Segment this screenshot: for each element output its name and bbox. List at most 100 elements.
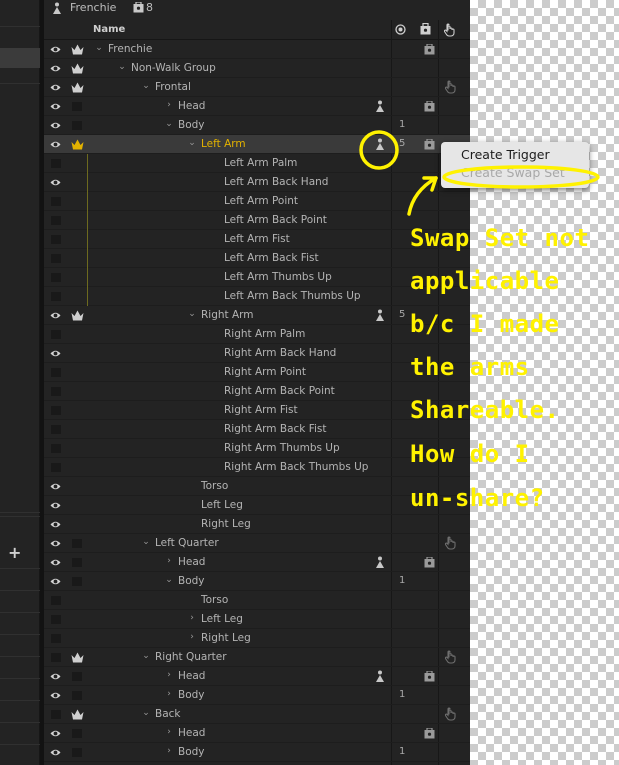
visibility-toggle[interactable] [51, 444, 61, 453]
layer-row[interactable]: ⌄ Right Arm 5 [44, 306, 470, 325]
chevron-down-icon[interactable]: ⌄ [187, 138, 197, 148]
hand-icon[interactable] [444, 707, 457, 724]
layer-row[interactable]: ⌄ Non-Walk Group [44, 59, 470, 78]
layer-row[interactable]: Left Arm Thumbs Up [44, 268, 470, 287]
selected-strip-item[interactable] [0, 48, 40, 68]
eye-icon[interactable] [50, 310, 61, 321]
hand-icon[interactable] [444, 80, 457, 97]
layer-row[interactable]: Torso [44, 591, 470, 610]
layer-row[interactable]: Right Arm Palm [44, 325, 470, 344]
hand-icon[interactable] [444, 650, 457, 667]
visibility-toggle[interactable] [51, 273, 61, 282]
crown-icon[interactable] [71, 82, 84, 93]
layer-row[interactable]: › Head [44, 667, 470, 686]
layer-row[interactable]: Left Arm Point [44, 192, 470, 211]
crown-toggle[interactable] [72, 102, 82, 111]
eye-icon[interactable] [50, 63, 61, 74]
visibility-toggle[interactable] [51, 596, 61, 605]
crown-toggle[interactable] [72, 672, 82, 681]
chevron-down-icon[interactable]: ⌄ [141, 708, 151, 718]
eye-icon[interactable] [50, 728, 61, 739]
layer-row[interactable]: Right Arm Back Point [44, 382, 470, 401]
chevron-down-icon[interactable]: ⌄ [164, 119, 174, 129]
visibility-toggle[interactable] [51, 406, 61, 415]
visibility-toggle[interactable] [51, 292, 61, 301]
visibility-toggle[interactable] [51, 330, 61, 339]
layer-row[interactable]: › Body 1 [44, 686, 470, 705]
visibility-toggle[interactable] [51, 710, 61, 719]
layer-row[interactable]: Torso [44, 477, 470, 496]
layer-row[interactable]: ⌄ Right Quarter [44, 648, 470, 667]
crown-icon[interactable] [71, 44, 84, 55]
layer-row[interactable]: › Body 1 [44, 743, 470, 762]
layer-row[interactable]: › Left Leg [44, 610, 470, 629]
crown-toggle[interactable] [72, 558, 82, 567]
layer-row[interactable]: ⌄ Left Arm 5 [44, 135, 470, 154]
crown-toggle[interactable] [72, 121, 82, 130]
crown-icon[interactable] [71, 139, 84, 150]
eye-icon[interactable] [50, 557, 61, 568]
layer-row[interactable]: Right Arm Thumbs Up [44, 439, 470, 458]
layer-row[interactable]: Left Arm Back Fist [44, 249, 470, 268]
layer-row[interactable]: › Head [44, 97, 470, 116]
eye-icon[interactable] [50, 120, 61, 131]
eye-icon[interactable] [50, 348, 61, 359]
layer-row[interactable]: Left Leg [44, 496, 470, 515]
crown-toggle[interactable] [72, 748, 82, 757]
layer-row[interactable]: › Head [44, 553, 470, 572]
eye-icon[interactable] [50, 576, 61, 587]
layer-row[interactable]: ⌄ Body 1 [44, 116, 470, 135]
create-trigger-menu-item[interactable]: Create Trigger [461, 147, 550, 162]
eye-icon[interactable] [50, 500, 61, 511]
chevron-down-icon[interactable]: ⌄ [141, 537, 151, 547]
visibility-toggle[interactable] [51, 254, 61, 263]
bag-icon[interactable] [424, 556, 435, 571]
visibility-toggle[interactable] [51, 197, 61, 206]
eye-icon[interactable] [50, 690, 61, 701]
visibility-toggle[interactable] [51, 368, 61, 377]
layer-row[interactable]: Left Arm Back Point [44, 211, 470, 230]
chevron-right-icon[interactable]: › [187, 613, 197, 623]
chevron-down-icon[interactable]: ⌄ [141, 651, 151, 661]
crown-icon[interactable] [71, 63, 84, 74]
create-swap-set-menu-item[interactable]: Create Swap Set [461, 165, 565, 180]
eye-icon[interactable] [50, 101, 61, 112]
chevron-right-icon[interactable]: › [164, 556, 174, 566]
layer-row[interactable]: › Head [44, 724, 470, 743]
chevron-right-icon[interactable]: › [164, 689, 174, 699]
visibility-toggle[interactable] [51, 387, 61, 396]
layer-row[interactable]: ⌄ Back [44, 705, 470, 724]
layer-row[interactable]: Left Arm Back Thumbs Up [44, 287, 470, 306]
chevron-down-icon[interactable]: ⌄ [187, 309, 197, 319]
bag-icon[interactable] [424, 727, 435, 742]
visibility-toggle[interactable] [51, 463, 61, 472]
bag-icon[interactable] [424, 138, 435, 153]
layer-row[interactable]: Right Leg [44, 515, 470, 534]
layer-row[interactable]: Right Arm Back Fist [44, 420, 470, 439]
eye-icon[interactable] [50, 671, 61, 682]
hand-column-icon[interactable] [443, 23, 456, 40]
chevron-right-icon[interactable]: › [164, 746, 174, 756]
eye-icon[interactable] [50, 44, 61, 55]
chevron-down-icon[interactable]: ⌄ [141, 81, 151, 91]
layer-row[interactable]: ⌄ Left Quarter [44, 534, 470, 553]
bag-icon[interactable] [424, 670, 435, 685]
bag-column-icon[interactable] [420, 22, 431, 38]
layer-row[interactable]: Left Arm Fist [44, 230, 470, 249]
chevron-down-icon[interactable]: ⌄ [94, 43, 104, 53]
layer-row[interactable]: ⌄ Frenchie [44, 40, 470, 59]
eye-icon[interactable] [50, 747, 61, 758]
layer-row[interactable]: Right Arm Fist [44, 401, 470, 420]
chevron-right-icon[interactable]: › [164, 100, 174, 110]
layer-row[interactable]: Right Arm Back Thumbs Up [44, 458, 470, 477]
eye-icon[interactable] [50, 139, 61, 150]
name-column-header[interactable]: Name [93, 24, 125, 35]
eye-icon[interactable] [50, 82, 61, 93]
crown-icon[interactable] [71, 652, 84, 663]
chevron-down-icon[interactable]: ⌄ [117, 62, 127, 72]
hand-icon[interactable] [444, 536, 457, 553]
crown-icon[interactable] [71, 709, 84, 720]
layer-row[interactable]: ⌄ Body 1 [44, 572, 470, 591]
chevron-down-icon[interactable]: ⌄ [164, 575, 174, 585]
visibility-toggle[interactable] [51, 235, 61, 244]
